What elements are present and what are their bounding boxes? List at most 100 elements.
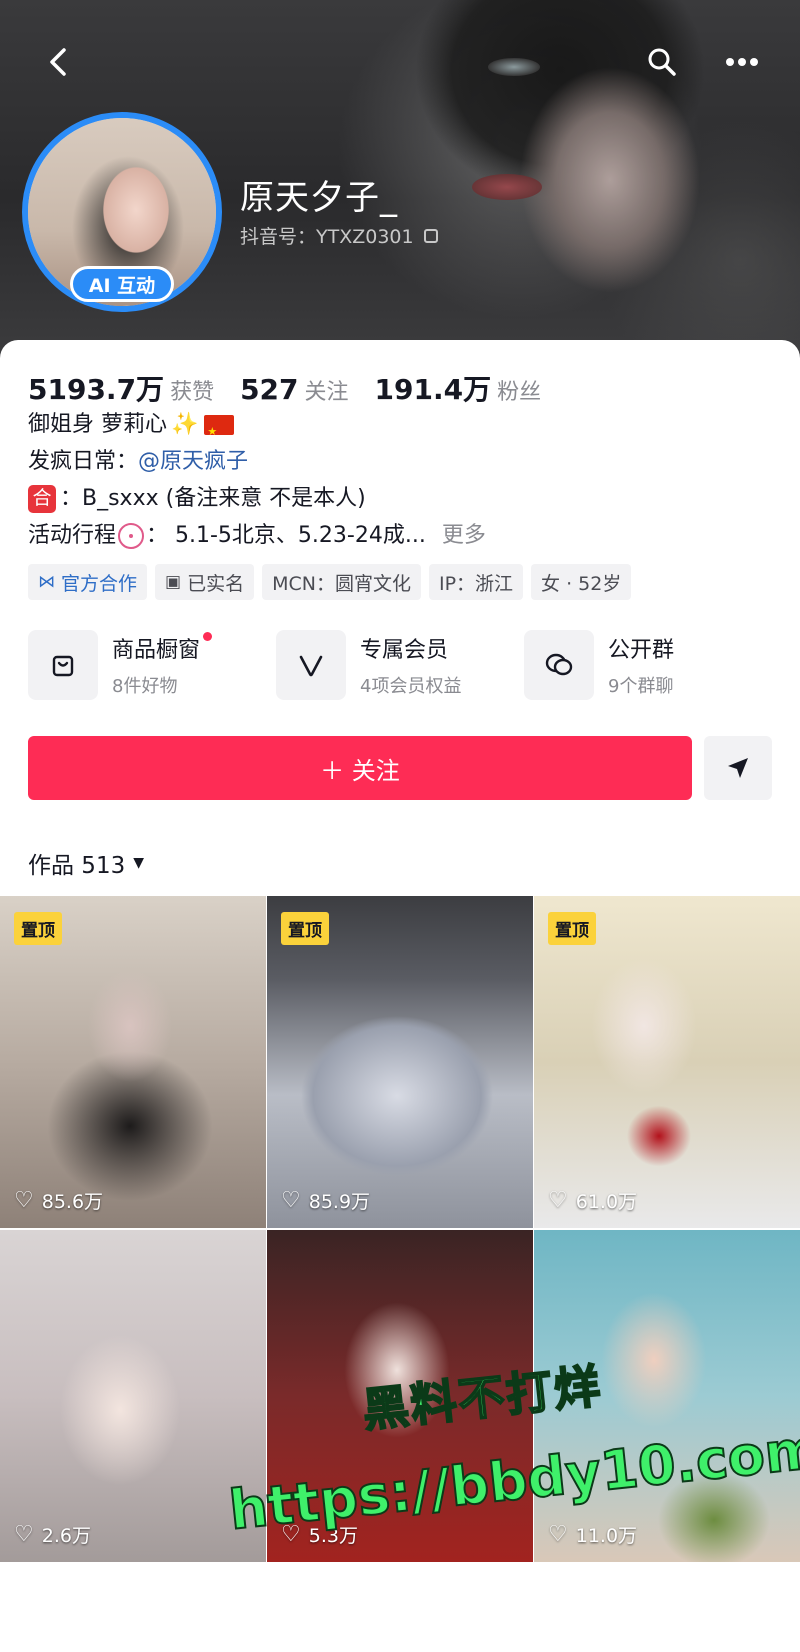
heart-icon: ♡ [14,1188,34,1213]
stat-label: 关注 [304,380,349,405]
tag-verified[interactable]: ▣ 已实名 [155,564,255,600]
video-tile[interactable]: 置顶 ♡ 61.0万 [534,896,800,1228]
like-count-text: 85.9万 [308,1191,371,1213]
banner-image-detail [488,58,540,76]
feature-title: 商品橱窗 [112,632,213,664]
feature-membership[interactable]: 专属会员 4项会员权益 [276,630,524,700]
video-tile[interactable]: 置顶 ♡ 85.6万 [0,896,266,1228]
stat-value: 191.4万 [374,373,492,406]
bio: 御姐身 萝莉心 ✨ 发疯日常： @原天疯子 合 ：B_sxxx (备注来意 不是… [28,406,768,554]
feature-text: 专属会员 4项会员权益 [360,632,461,698]
feature-subtitle: 4项会员权益 [360,676,462,697]
heart-icon: ♡ [548,1522,568,1547]
like-count-text: 11.0万 [575,1525,638,1547]
bio-line: 合 ：B_sxxx (备注来意 不是本人) [28,480,768,517]
like-count-text: 85.6万 [41,1191,104,1213]
tag-label: 女 · 52岁 [541,572,622,595]
ai-interaction-badge[interactable]: AI 互动 [70,266,174,302]
copy-icon[interactable] [423,228,438,243]
ferris-wheel-icon [118,522,145,549]
bio-line: 发疯日常： @原天疯子 [28,443,768,480]
tag-gender-age: 女 · 52岁 [531,564,632,600]
bio-line: 活动行程 ： 5.1-5北京、5.23-24成... 更多 [28,517,768,554]
stat-value: 527 [240,373,299,406]
chevron-left-icon [50,48,66,76]
stat-following[interactable]: 527 关注 [240,373,348,406]
feature-title: 公开群 [608,638,675,663]
feature-title: 专属会员 [360,638,449,663]
id-card-icon: ▣ [165,572,182,592]
v-icon [276,630,346,700]
back-button[interactable] [36,40,80,84]
bio-text: 御姐身 萝莉心 [28,412,167,437]
bio-text: ：B_sxxx (备注来意 不是本人) [60,486,366,511]
pinned-badge: 置顶 [14,912,62,945]
pinned-badge: 置顶 [281,912,329,945]
video-thumbnail [534,896,800,1228]
heart-icon: ♡ [14,1522,34,1547]
video-tile[interactable]: 置顶 ♡ 85.9万 [267,896,533,1228]
tag-mcn[interactable]: MCN：圆宵文化 [262,564,421,600]
video-thumbnail [0,1230,266,1562]
profile-tags: ⋈ 官方合作 ▣ 已实名 MCN：圆宵文化 IP：浙江 女 · 52岁 [28,564,632,600]
cooperation-icon: 合 [28,484,56,513]
like-count: ♡ 85.6万 [14,1187,103,1214]
feature-text: 商品橱窗 8件好物 [112,632,213,698]
video-thumbnail [267,896,533,1228]
profile-banner: AI 互动 原天夕子_ 抖音号：YTXZ0301 [0,0,800,360]
tag-label: 官方合作 [61,572,138,595]
douyin-id-text: 抖音号：YTXZ0301 [240,226,414,248]
shopping-bag-icon [28,630,98,700]
stat-label: 粉丝 [497,380,542,405]
chat-bubble-icon [524,630,594,700]
paper-plane-icon [728,758,748,778]
pinned-badge: 置顶 [548,912,596,945]
video-tile[interactable]: ♡ 2.6万 [0,1230,266,1562]
bio-text: 活动行程 [28,523,117,548]
handshake-icon: ⋈ [38,572,55,592]
feature-text: 公开群 9个群聊 [608,632,674,698]
heart-icon: ♡ [281,1188,301,1213]
stat-value: 5193.7万 [28,373,165,406]
username: 原天夕子_ [240,178,398,218]
search-button[interactable] [640,40,684,84]
feature-row: 商品橱窗 8件好物 专属会员 4项会员权益 公开群 9个群聊 [28,630,772,700]
tag-label: MCN：圆宵文化 [272,572,411,595]
china-flag-icon [204,413,235,450]
feature-subtitle: 9个群聊 [608,676,674,697]
works-tab[interactable]: 作品 513 ▼ [28,846,144,880]
caret-down-icon: ▼ [133,855,144,871]
tag-official-cooperation[interactable]: ⋈ 官方合作 [28,564,148,600]
bio-text: 发疯日常： [28,449,139,474]
tag-label: IP：浙江 [438,572,514,595]
like-count: ♡ 85.9万 [281,1187,370,1214]
bio-more-link[interactable]: 更多 [442,517,486,554]
bio-text: ： 5.1-5北京、5.23-24成... [146,523,426,548]
like-count-text: 61.0万 [575,1191,638,1213]
feature-public-group[interactable]: 公开群 9个群聊 [524,630,772,700]
feature-shop-window[interactable]: 商品橱窗 8件好物 [28,630,276,700]
tag-ip: IP：浙江 [428,564,524,600]
video-thumbnail [0,896,266,1228]
stat-label: 获赞 [170,380,215,405]
stat-likes[interactable]: 5193.7万 获赞 [28,368,214,408]
stats-row: 5193.7万 获赞 527 关注 191.4万 粉丝 [28,368,541,408]
douyin-id[interactable]: 抖音号：YTXZ0301 [240,222,438,249]
works-label: 作品 513 [28,853,126,879]
more-button[interactable] [718,40,766,84]
follow-button[interactable]: ＋ 关注 [28,736,692,800]
bio-line: 御姐身 萝莉心 ✨ [28,406,768,450]
notification-dot [203,632,213,641]
like-count: ♡ 11.0万 [548,1521,637,1548]
stat-followers[interactable]: 191.4万 粉丝 [375,368,542,408]
like-count: ♡ 2.6万 [14,1521,91,1548]
mention-link[interactable]: @原天疯子 [138,443,248,480]
share-button[interactable] [704,736,772,800]
feature-title-text: 商品橱窗 [112,638,201,663]
more-dots-icon [726,58,758,66]
search-icon [648,48,676,76]
tag-label: 已实名 [187,572,245,595]
feature-subtitle: 8件好物 [112,676,178,697]
banner-image-detail [472,174,542,200]
like-count-text: 2.6万 [41,1525,91,1547]
